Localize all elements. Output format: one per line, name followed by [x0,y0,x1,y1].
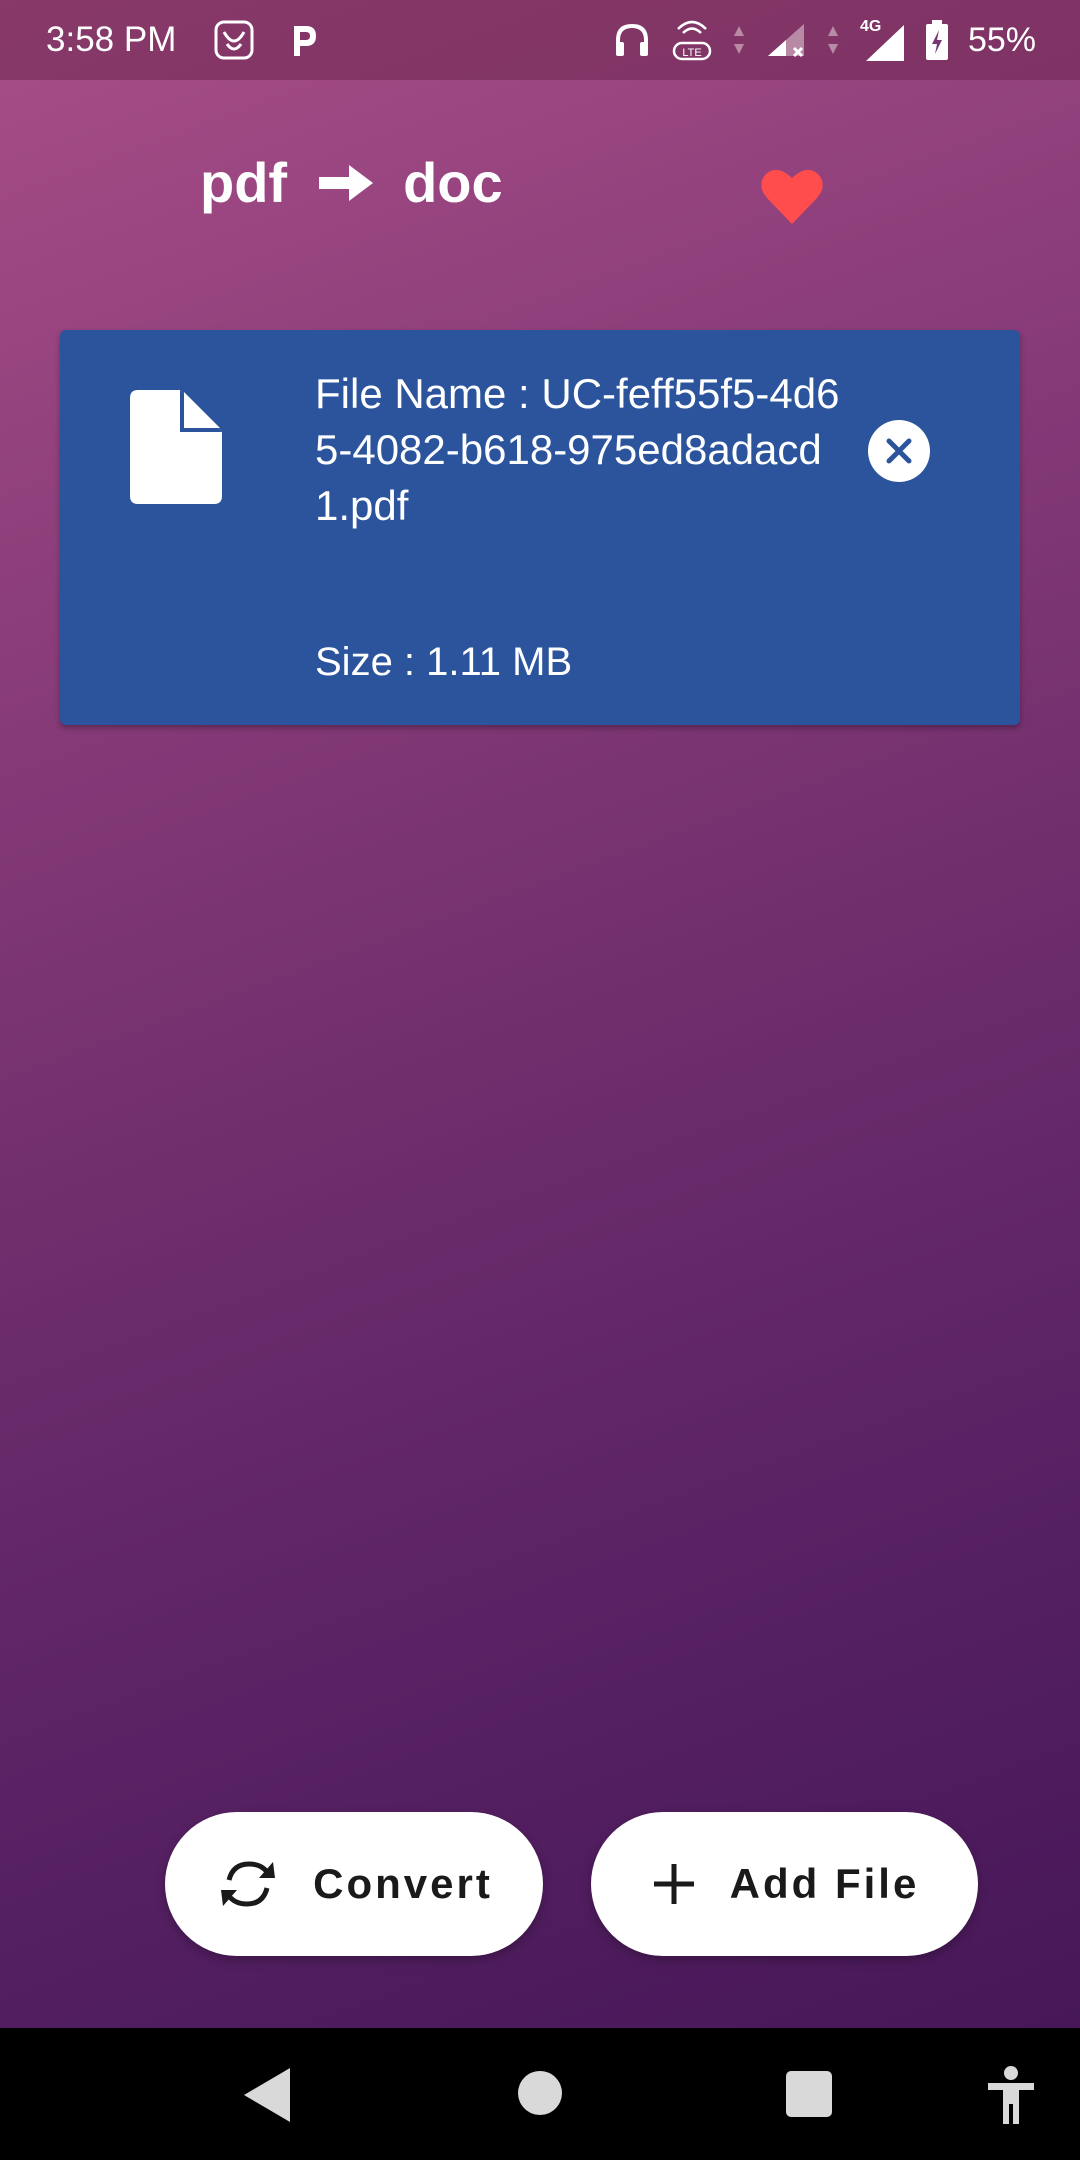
signal-icon: 4G [860,18,904,61]
arrow-right-icon [319,164,374,201]
add-file-button-label: Add File [729,1860,920,1907]
volte-label: LTE [682,47,701,59]
file-name-label: File Name : UC-feff55f5-4d65-4082-b618-9… [315,370,840,529]
home-icon[interactable] [517,2070,563,2116]
app-screen: 3:58 PM LTE 4G 55% pdf doc File Name: U… [0,0,1080,2160]
remove-file-button[interactable] [868,420,930,482]
status-indicators: LTE 4G 55% [612,14,1036,66]
back-icon[interactable] [244,2068,290,2122]
plus-icon [653,1864,694,1904]
close-icon [886,438,912,464]
volte-icon: LTE [672,20,712,61]
navigation-bar [0,2028,1080,2160]
data-activity-icon [733,26,744,54]
conversion-header: pdf doc [200,150,503,215]
file-card[interactable]: File Name : UC-feff55f5-4d65-4082-b618-9… [60,330,1020,725]
add-file-button[interactable]: Add File [591,1812,978,1956]
status-bar: 3:58 PM LTE 4G 55% [0,0,1080,80]
paytm-icon [294,26,316,56]
file-size-label: Size : 1.11 MB [315,640,573,684]
battery-icon [925,20,948,60]
headphones-icon [615,23,648,56]
favorite-heart-icon[interactable] [760,166,824,226]
convert-button[interactable]: Convert [165,1812,543,1956]
network-type-label: 4G [860,18,881,35]
convert-button-label: Convert [313,1860,493,1907]
signal-no-sim-icon [767,24,804,58]
sync-icon [221,1861,276,1907]
to-format-label: doc [403,151,503,214]
saavn-icon [214,20,254,60]
battery-percentage: 55% [967,20,1036,59]
recents-icon[interactable] [786,2071,832,2117]
data-activity-icon-2 [827,26,838,54]
accessibility-icon[interactable] [988,2066,1034,2124]
from-format-label: pdf [200,151,288,214]
status-time: 3:58 PM [46,20,177,59]
document-icon [130,390,222,504]
